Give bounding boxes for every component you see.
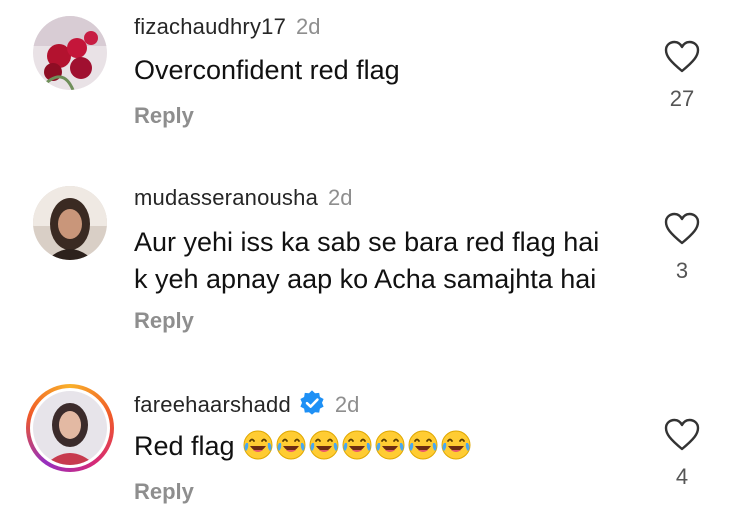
comment-text: Overconfident red flag (134, 52, 400, 89)
avatar[interactable] (33, 16, 107, 90)
comment-meta: mudasseranousha 2d (134, 185, 353, 211)
avatar[interactable] (33, 186, 107, 260)
comment-time: 2d (328, 185, 353, 210)
heart-outline-icon[interactable] (664, 418, 700, 452)
username[interactable]: fareehaarshadd (134, 392, 291, 417)
comment-time: 2d (334, 392, 360, 417)
laughing-emoji-icon (242, 429, 274, 471)
comment-time: 2d (296, 14, 321, 39)
comment-text: Aur yehi iss ka sab se bara red flag hai… (134, 224, 599, 298)
comment-text-line: Aur yehi iss ka sab se bara red flag hai (134, 227, 600, 257)
laughing-emoji-icon (308, 429, 340, 471)
comment-text-line: Red flag (134, 431, 235, 461)
comment-text: Red flag (134, 428, 473, 471)
heart-outline-icon[interactable] (664, 212, 700, 246)
story-ring[interactable] (26, 384, 114, 472)
comment-meta: fareehaarshadd 2d (134, 390, 359, 422)
username[interactable]: mudasseranousha (134, 185, 318, 210)
like-count: 27 (669, 86, 695, 111)
laughing-emoji-icon (275, 429, 307, 471)
reply-button[interactable]: Reply (134, 479, 194, 505)
heart-outline-icon[interactable] (664, 40, 700, 74)
laughing-emoji-icon (374, 429, 406, 471)
emoji-row (242, 430, 473, 461)
laughing-emoji-icon (407, 429, 439, 471)
comment-text-line: k yeh apnay aap ko Acha samajhta hai (134, 264, 597, 294)
comment-meta: fizachaudhry17 2d (134, 14, 321, 40)
comment-text-line: Overconfident red flag (134, 55, 400, 85)
laughing-emoji-icon (440, 429, 472, 471)
reply-button[interactable]: Reply (134, 103, 194, 129)
verified-badge-icon (299, 390, 325, 422)
avatar (33, 391, 107, 465)
like-count: 3 (675, 258, 689, 283)
reply-button[interactable]: Reply (134, 308, 194, 334)
like-count: 4 (675, 464, 689, 489)
username[interactable]: fizachaudhry17 (134, 14, 286, 39)
laughing-emoji-icon (341, 429, 373, 471)
